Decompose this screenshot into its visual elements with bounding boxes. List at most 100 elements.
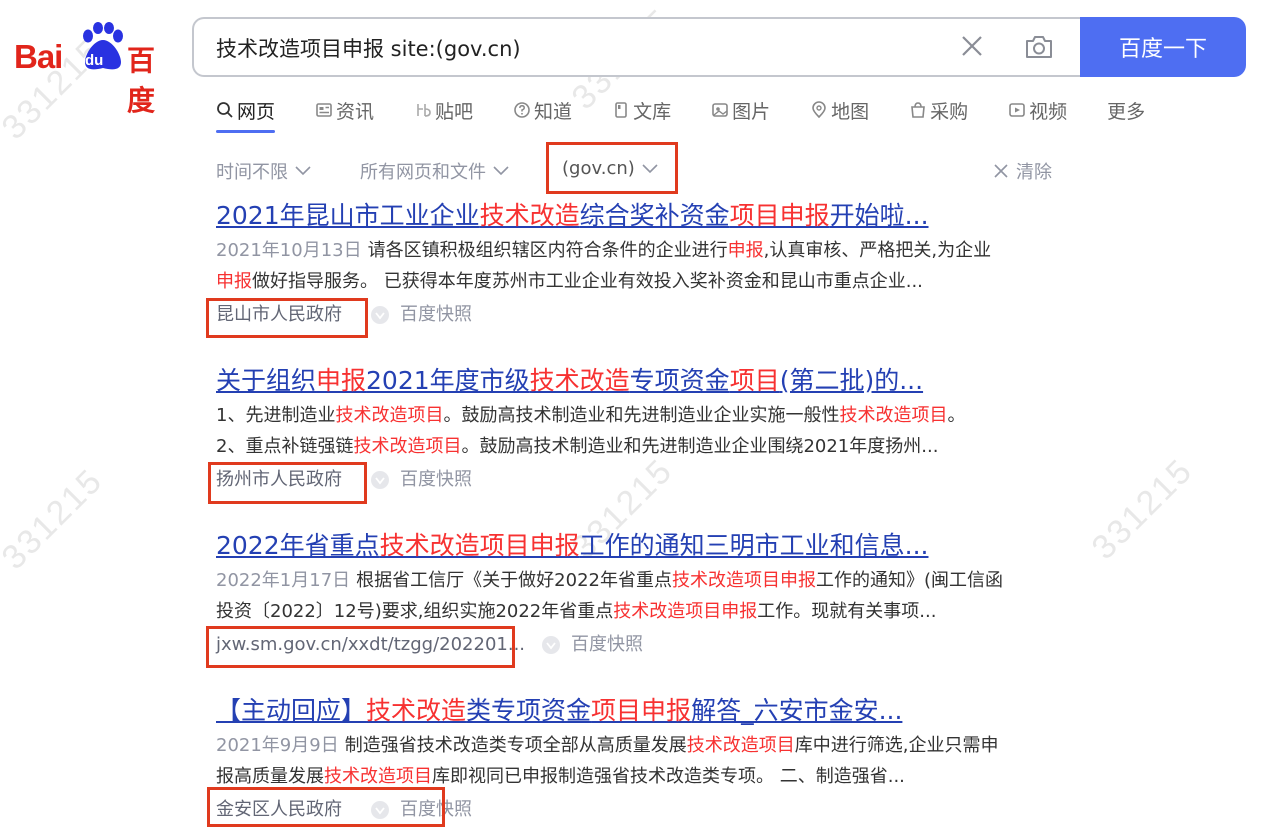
tab-more[interactable]: 更多 xyxy=(1107,96,1145,124)
abstract-highlight: 技术改造项目申报 xyxy=(671,570,816,591)
tab-label: 采购 xyxy=(930,100,969,123)
tab-wenku[interactable]: 文库 xyxy=(612,96,671,124)
result-source: 扬州市人民政府 百度快照 xyxy=(216,465,1066,495)
result-date: 2021年9月9日 xyxy=(216,735,339,756)
title-text: 开始啦... xyxy=(829,201,929,230)
snapshot-label: 百度快照 xyxy=(400,304,472,325)
map-pin-icon xyxy=(812,101,826,119)
search-input[interactable]: 技术改造项目申报 site:(gov.cn) xyxy=(192,17,1082,77)
title-highlight: 项目申报 xyxy=(591,696,692,725)
video-icon xyxy=(1009,103,1025,117)
search-result: 【主动回应】技术改造类专项资金项目申报解答_六安市金安... 2021年9月9日… xyxy=(216,695,1066,825)
title-text: 解答_六安市金安... xyxy=(691,696,903,725)
abstract-highlight: 申报 xyxy=(216,271,252,292)
watermark: 331215 xyxy=(0,461,111,577)
abstract-highlight: 申报 xyxy=(727,240,764,261)
result-abstract: 2021年10月13日 请各区镇积极组织辖区内符合条件的企业进行申报,认真审核、严… xyxy=(216,235,1056,297)
snapshot-link[interactable]: 百度快照 xyxy=(354,795,472,825)
filetype-filter[interactable]: 所有网页和文件 xyxy=(360,158,510,184)
result-title-link[interactable]: 关于组织申报2021年度市级技术改造专项资金项目(第二批)的... xyxy=(216,365,1066,397)
abstract-text: ,认真审核、严格把关,为企业 xyxy=(763,240,992,261)
watermark: 331215 xyxy=(1084,451,1201,567)
snapshot-link[interactable]: 百度快照 xyxy=(537,630,643,660)
tab-shopping[interactable]: 采购 xyxy=(909,96,968,124)
abstract-text: 制造强省技术改造类专项全部从高质量发展 xyxy=(344,735,687,756)
result-title-link[interactable]: 2022年省重点技术改造项目申报工作的通知三明市工业和信息... xyxy=(216,530,1066,562)
shield-icon xyxy=(542,636,561,654)
tab-tieba[interactable]: 贴吧 xyxy=(414,96,473,124)
tab-images[interactable]: 图片 xyxy=(711,96,770,124)
title-text: 2021年度市级 xyxy=(366,366,530,395)
abstract-text: 。鼓励高技术制造业和先进制造业企业围绕2021年度扬州... xyxy=(461,436,939,457)
shield-icon xyxy=(371,471,389,489)
title-text: 2022年省重点 xyxy=(216,531,380,560)
result-date: 2021年10月13日 xyxy=(216,240,362,261)
tab-label: 图片 xyxy=(732,100,771,123)
tab-label: 网页 xyxy=(237,100,276,123)
source-site-link[interactable]: 昆山市人民政府 xyxy=(216,300,342,330)
result-source: 昆山市人民政府 百度快照 xyxy=(216,300,1066,330)
search-query-text[interactable]: 技术改造项目申报 site:(gov.cn) xyxy=(216,33,521,63)
filetype-filter-label: 所有网页和文件 xyxy=(360,162,486,183)
title-highlight: 技术改造 xyxy=(366,696,467,725)
abstract-text: 报高质量发展 xyxy=(216,766,324,787)
snapshot-link[interactable]: 百度快照 xyxy=(354,300,472,330)
abstract-highlight: 技术改造项目 xyxy=(839,405,948,426)
logo-du-text: du xyxy=(85,52,104,69)
tieba-icon xyxy=(417,104,431,117)
result-source: 金安区人民政府 百度快照 xyxy=(216,795,1066,825)
tab-label: 文库 xyxy=(633,100,672,123)
source-site-link[interactable]: jxw.sm.gov.cn/xxdt/tzgg/202201... xyxy=(216,630,525,660)
filter-bar: 时间不限 所有网页和文件 (gov.cn) 清除 xyxy=(216,150,1066,190)
search-result: 关于组织申报2021年度市级技术改造专项资金项目(第二批)的... 1、先进制造… xyxy=(216,365,1066,495)
tab-label: 贴吧 xyxy=(435,100,474,123)
title-highlight: 申报 xyxy=(316,366,367,395)
result-title-link[interactable]: 2021年昆山市工业企业技术改造综合奖补资金项目申报开始啦... xyxy=(216,200,1066,232)
abstract-text: 库中进行筛选,企业只需申 xyxy=(794,735,999,756)
search-tabs: 网页 资讯 贴吧 知道 文库 图片 地图 采购 视频 更多 xyxy=(216,96,1185,136)
snapshot-label: 百度快照 xyxy=(571,634,644,655)
abstract-text: 库即视同已申报制造强省技术改造类专项。 二、制造强省... xyxy=(432,766,905,787)
search-button[interactable]: 百度一下 xyxy=(1080,17,1246,77)
site-filter-label: (gov.cn) xyxy=(562,158,635,179)
chevron-down-icon xyxy=(493,166,509,176)
clear-filter-button[interactable]: 清除 xyxy=(992,158,1052,184)
shield-icon xyxy=(371,801,389,819)
tab-label: 视频 xyxy=(1029,100,1068,123)
result-date: 2022年1月17日 xyxy=(216,570,351,591)
snapshot-link[interactable]: 百度快照 xyxy=(354,465,472,495)
search-result: 2022年省重点技术改造项目申报工作的通知三明市工业和信息... 2022年1月… xyxy=(216,530,1066,660)
tab-news[interactable]: 资讯 xyxy=(315,96,374,124)
abstract-text: 2、重点补链强链 xyxy=(216,436,354,457)
title-text: 工作的通知三明市工业和信息... xyxy=(579,531,929,560)
title-text: (第二批)的... xyxy=(779,366,924,395)
logo-bai-text: Bai xyxy=(14,38,63,75)
tab-zhidao[interactable]: 知道 xyxy=(513,96,572,124)
chevron-down-icon xyxy=(642,163,658,173)
title-highlight: 项目 xyxy=(729,366,780,395)
source-site-link[interactable]: 金安区人民政府 xyxy=(216,795,342,825)
logo-baidu-chinese: 百度 xyxy=(127,44,156,117)
abstract-highlight: 技术改造项目 xyxy=(324,766,432,787)
source-site-link[interactable]: 扬州市人民政府 xyxy=(216,465,342,495)
chevron-down-icon xyxy=(295,166,311,176)
time-filter[interactable]: 时间不限 xyxy=(216,158,312,184)
snapshot-label: 百度快照 xyxy=(400,469,472,490)
site-filter[interactable]: (gov.cn) xyxy=(562,158,659,179)
camera-icon[interactable] xyxy=(1024,34,1054,60)
baidu-logo[interactable]: Bai du 百度 xyxy=(14,22,174,117)
tab-video[interactable]: 视频 xyxy=(1008,96,1067,124)
tab-label: 资讯 xyxy=(336,100,375,123)
title-highlight: 技术改造 xyxy=(529,366,630,395)
tab-map[interactable]: 地图 xyxy=(810,96,869,124)
title-text: 类专项资金 xyxy=(466,696,592,725)
result-title-link[interactable]: 【主动回应】技术改造类专项资金项目申报解答_六安市金安... xyxy=(216,695,1066,727)
abstract-text: 。 xyxy=(947,405,966,426)
clear-icon[interactable] xyxy=(959,33,985,59)
abstract-text: 做好指导服务。 已获得本年度苏州市工业企业有效投入奖补资金和昆山市重点企业... xyxy=(252,271,923,292)
title-text: 【主动回应】 xyxy=(216,696,367,725)
tab-label: 更多 xyxy=(1107,100,1146,123)
tab-web[interactable]: 网页 xyxy=(216,96,276,133)
image-icon xyxy=(712,103,728,117)
abstract-text: 投资〔2022〕12号)要求,组织实施2022年省重点 xyxy=(216,601,614,622)
